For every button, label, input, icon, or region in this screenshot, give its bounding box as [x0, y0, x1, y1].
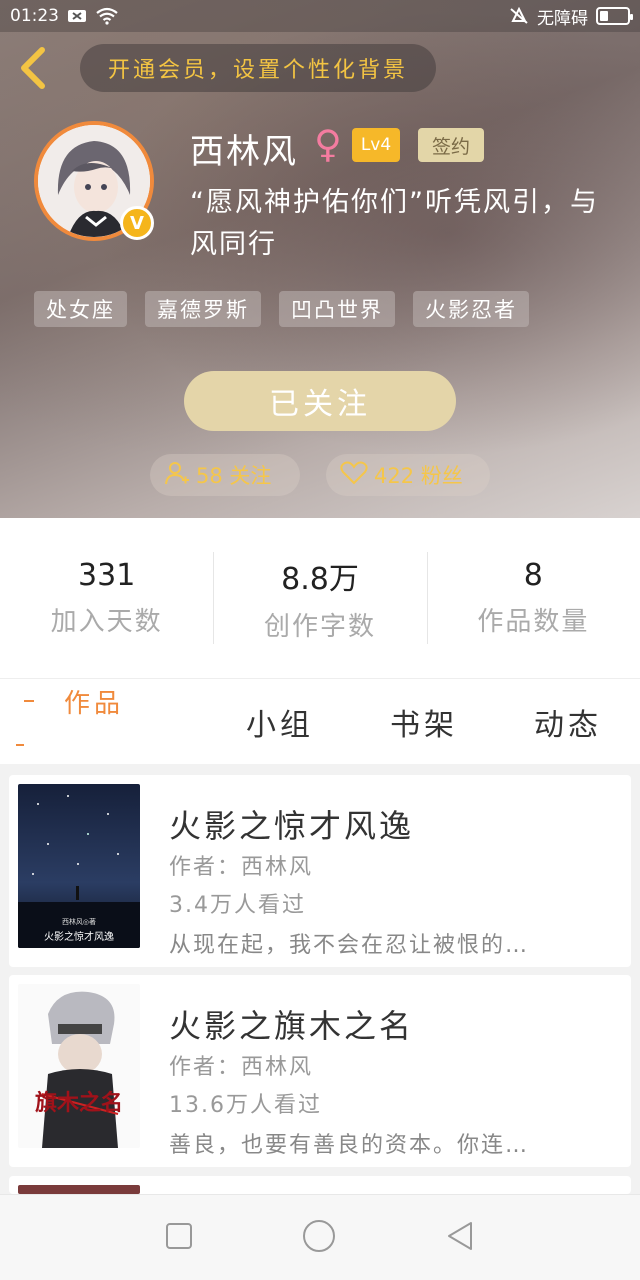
cover-author: 西林风◎著 — [62, 917, 96, 926]
notification-icon — [67, 8, 87, 24]
tag-item[interactable]: 嘉德罗斯 — [145, 291, 261, 327]
stat-works-count: 8 作品数量 — [426, 552, 640, 644]
back-button[interactable] — [16, 46, 52, 90]
tab-bar: 作品 小组 书架 动态 — [0, 678, 640, 764]
stat-word-count: 8.8万 创作字数 — [213, 552, 426, 644]
tab-activity[interactable]: 动态 — [496, 700, 640, 744]
fans-count: 422 粉丝 — [374, 464, 463, 488]
book-card[interactable]: 旗木之名 火影之旗木之名 作者：西林风 13.6万人看过 善良，也要有善良的资本… — [9, 975, 631, 1167]
wifi-icon — [95, 7, 119, 25]
stat-label: 创作字数 — [263, 611, 376, 642]
book-views: 3.4万人看过 — [169, 893, 306, 918]
female-icon: ♀ — [314, 122, 342, 166]
stats-panel: 331 加入天数 8.8万 创作字数 8 作品数量 — [0, 518, 640, 678]
tag-item[interactable]: 火影忍者 — [413, 291, 529, 327]
following-count: 58 关注 — [196, 464, 272, 488]
heart-icon — [340, 461, 368, 490]
verified-badge: V — [120, 206, 154, 240]
system-nav-bar — [0, 1194, 640, 1280]
book-views: 13.6万人看过 — [169, 1093, 322, 1118]
level-badge: Lv4 — [352, 128, 400, 162]
user-motto: “愿风神护佑你们”听凭风引，与风同行 — [190, 187, 599, 260]
stat-value: 8.8万 — [281, 561, 359, 597]
battery-icon — [596, 7, 633, 25]
stat-value: 8 — [523, 558, 543, 593]
tab-indicator — [24, 700, 34, 702]
user-add-icon — [164, 460, 190, 491]
book-cover: 西林风◎著 火影之惊才风逸 — [18, 784, 140, 948]
follow-button[interactable]: 已关注 — [184, 371, 456, 431]
status-bar: 01:23 无障碍 — [0, 0, 640, 32]
book-author: 作者：西林风 — [169, 855, 314, 880]
book-author: 作者：西林风 — [169, 1055, 314, 1080]
back-nav-button[interactable] — [445, 1220, 475, 1256]
book-card[interactable]: 西林风◎著 火影之惊才风逸 火影之惊才风逸 作者：西林风 3.4万人看过 从现在… — [9, 775, 631, 967]
tab-bookshelf[interactable]: 书架 — [352, 700, 496, 744]
signed-badge: 签约 — [418, 128, 484, 162]
tab-indicator — [16, 744, 24, 746]
stat-label: 加入天数 — [50, 607, 163, 637]
mute-icon — [509, 7, 529, 25]
book-description: 善良，也要有善良的资本。你连… — [169, 1133, 530, 1158]
tag-list: 处女座 嘉德罗斯 凹凸世界 火影忍者 — [34, 291, 529, 327]
tag-item[interactable]: 处女座 — [34, 291, 127, 327]
cover-title: 旗木之名 — [35, 1090, 123, 1116]
fans-button[interactable]: 422 粉丝 — [326, 454, 490, 496]
cover-title: 火影之惊才风逸 — [44, 930, 114, 943]
tag-item[interactable]: 凹凸世界 — [279, 291, 395, 327]
accessibility-label: 无障碍 — [537, 8, 588, 29]
home-button[interactable] — [302, 1219, 336, 1257]
tab-groups[interactable]: 小组 — [208, 700, 352, 744]
recent-apps-button[interactable] — [165, 1222, 193, 1254]
book-title: 火影之惊才风逸 — [169, 807, 415, 845]
book-card[interactable] — [9, 1176, 631, 1194]
stat-join-days: 331 加入天数 — [0, 552, 213, 644]
stat-label: 作品数量 — [477, 607, 590, 637]
book-title: 火影之旗木之名 — [169, 1007, 415, 1045]
username: 西林风 — [190, 132, 298, 172]
following-button[interactable]: 58 关注 — [150, 454, 300, 496]
profile-header: 01:23 无障碍 开通会员，设置个性化背景 V 西林风 ♀ Lv4 签约 “愿… — [0, 0, 640, 518]
book-description: 从现在起，我不会在忍让被恨的… — [169, 933, 530, 958]
stat-value: 331 — [78, 558, 136, 593]
status-time: 01:23 — [10, 6, 59, 26]
book-cover — [18, 1185, 140, 1194]
vip-banner[interactable]: 开通会员，设置个性化背景 — [80, 44, 436, 92]
book-cover: 旗木之名 — [18, 984, 140, 1148]
